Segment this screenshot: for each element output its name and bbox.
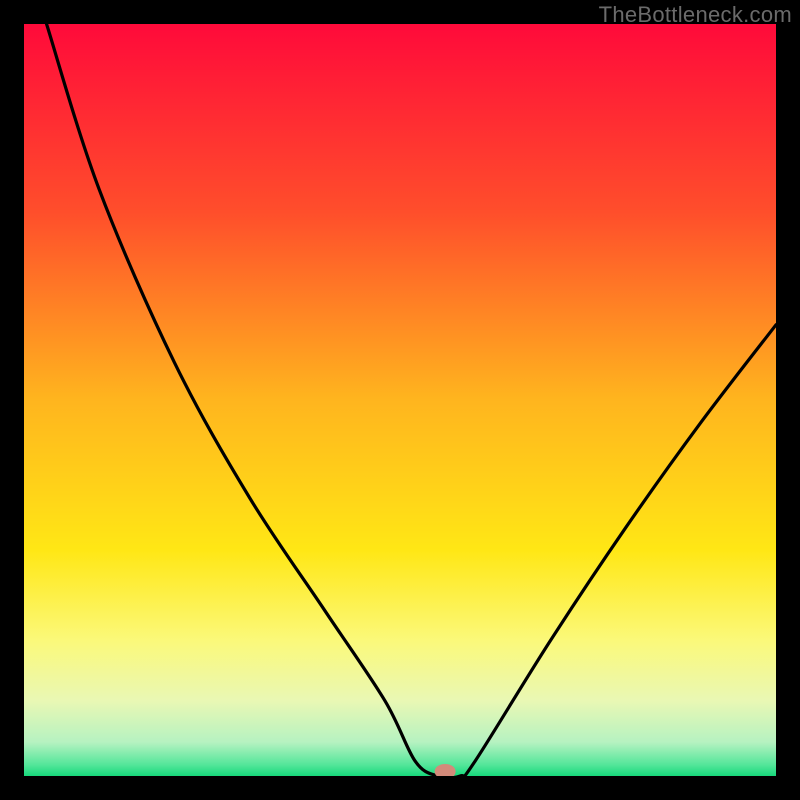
gradient-background: [24, 24, 776, 776]
chart-frame: TheBottleneck.com: [0, 0, 800, 800]
chart-svg: [24, 24, 776, 776]
watermark-text: TheBottleneck.com: [599, 2, 792, 28]
plot-area: [24, 24, 776, 776]
